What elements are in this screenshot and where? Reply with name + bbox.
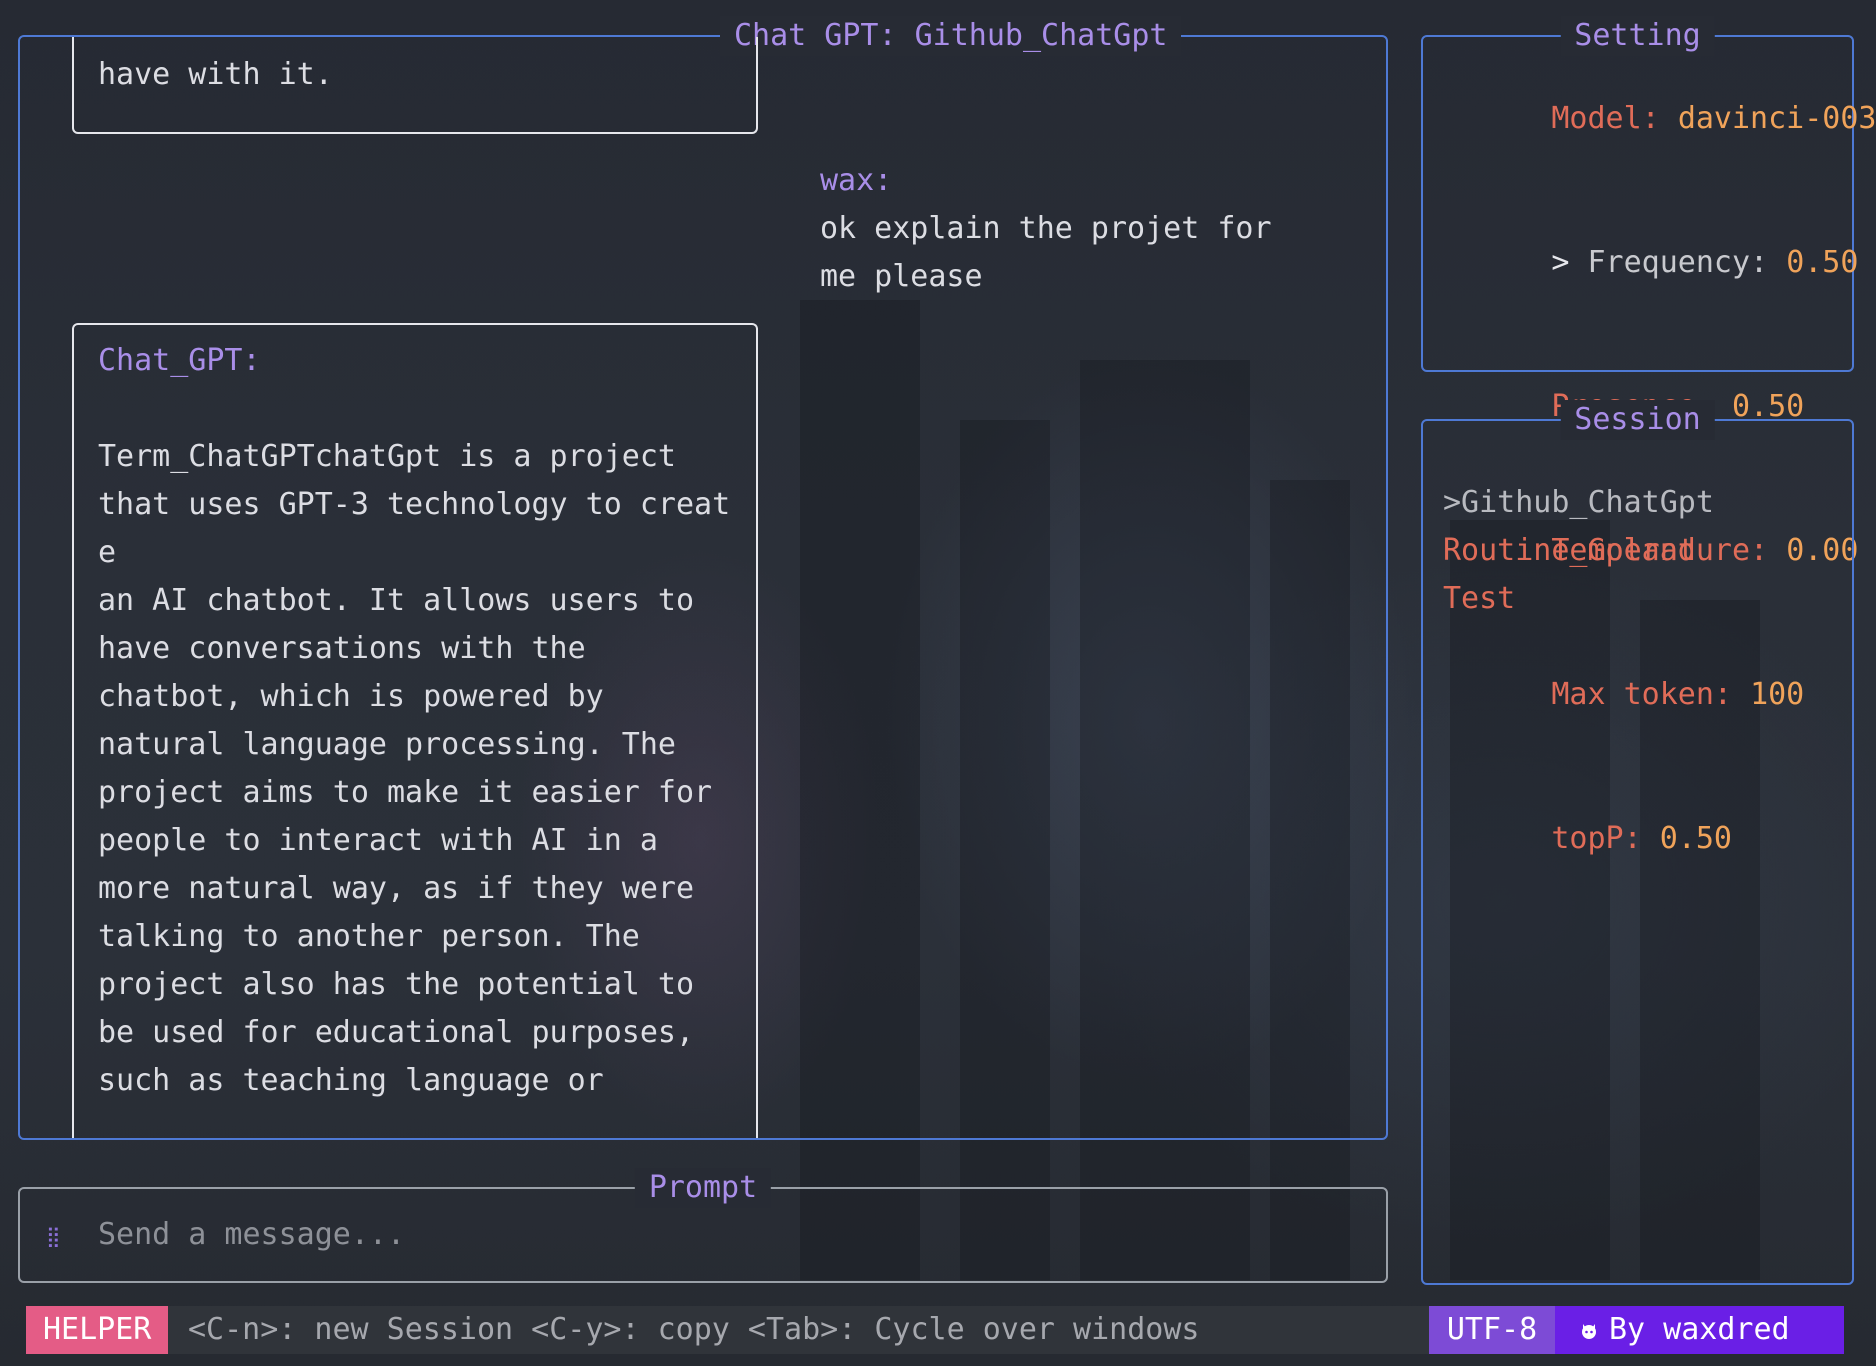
message-line: have with it. [98,57,333,92]
message-line: natural language processing. The [98,727,676,762]
author-badge: By waxdred [1555,1306,1844,1354]
author-label: By waxdred [1609,1312,1790,1347]
helper-badge: HELPER [26,1306,169,1354]
message-line: that uses GPT-3 technology to creat [98,487,731,522]
message-line: ok explain the projet for [820,211,1272,246]
status-bar: HELPER <C-n>: new Session <C-y>: copy <T… [26,1306,1844,1354]
assistant-message-bubble: Chat_GPT: Term_ChatGPTchatGpt is a proje… [72,323,758,1138]
message-line: project aims to make it easier for [98,775,713,810]
keybinding-hints: <C-n>: new Session <C-y>: copy <Tab>: Cy… [188,1312,1200,1347]
message-line: talking to another person. The [98,919,640,954]
setting-frequency[interactable]: > Frequency: 0.50 [1443,191,1876,335]
message-line: chatbot, which is powered by [98,679,604,714]
session-window-title: Session [1560,400,1715,440]
assistant-message-bubble: have with it. [72,37,758,134]
message-input[interactable] [98,1209,1348,1259]
message-line: Term_ChatGPTchatGpt is a project [98,439,676,474]
selection-marker: > [1551,245,1588,280]
user-message: wax: ok explain the projet for me please [820,157,1272,301]
message-line: me please [820,259,983,294]
message-line: people to interact with AI in a [98,823,658,858]
github-icon [1582,1324,1596,1339]
session-item-github-chatgpt[interactable]: >Github_ChatGpt [1443,479,1714,527]
encoding-badge: UTF-8 [1429,1306,1555,1354]
user-speaker-label: wax: [820,163,893,198]
message-line: e [98,535,117,570]
assistant-speaker-label: Chat_GPT: [98,343,261,378]
message-line: be used for educational purposes, [98,1015,695,1050]
chat-messages[interactable]: have with it. wax: ok explain the projet… [20,37,1386,1138]
session-item-test[interactable]: Test [1443,575,1714,623]
session-window[interactable]: Session >Github_ChatGpt Routine_Goland T… [1421,400,1854,1285]
drag-handle-icon: ⣿ [46,1224,61,1248]
setting-window[interactable]: Setting Model: davinci-003 > Frequency: … [1421,16,1876,856]
message-line: such as teaching language or [98,1063,604,1098]
chat-window[interactable]: Chat GPT: Github_ChatGpt have with it. w… [18,16,1388,1140]
prompt-window[interactable]: Prompt ⣿ [18,1168,1388,1283]
prompt-window-title: Prompt [634,1168,772,1208]
message-line: more natural way, as if they were [98,871,695,906]
message-line: an AI chatbot. It allows users to [98,583,695,618]
setting-model[interactable]: Model: davinci-003 [1443,47,1876,191]
message-line: project also has the potential to [98,967,695,1002]
session-list: >Github_ChatGpt Routine_Goland Test [1443,479,1714,623]
session-item-routine-goland[interactable]: Routine_Goland [1443,527,1714,575]
message-line: have conversations with the [98,631,586,666]
